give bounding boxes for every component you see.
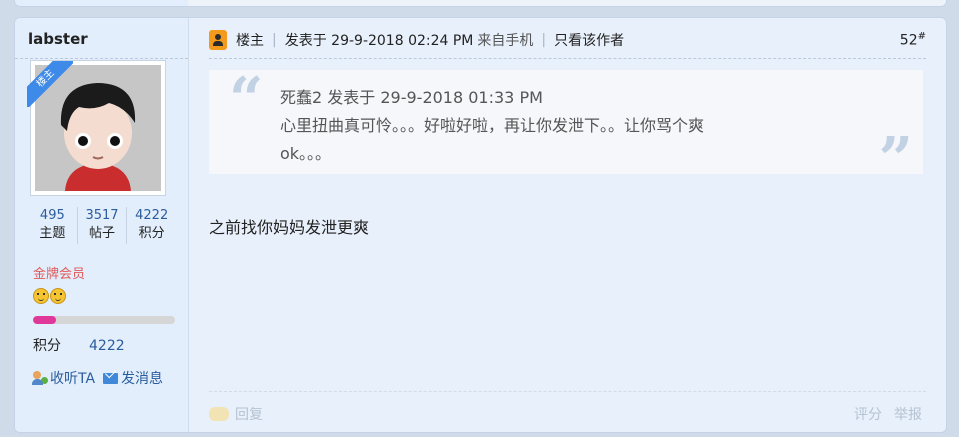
quote-header: 死蠢2 发表于 29-9-2018 01:33 PM bbox=[280, 88, 543, 107]
post-main: 楼主 | 发表于 29-9-2018 02:24 PM 来自手机 | 只看该作者… bbox=[189, 18, 946, 432]
post-content: 之前找你妈妈发泄更爽 bbox=[209, 218, 370, 237]
open-quote-icon: “ bbox=[229, 65, 264, 135]
previous-post-bottom bbox=[14, 0, 947, 7]
stat-posts-label: 帖子 bbox=[89, 226, 116, 241]
floor-sup: # bbox=[917, 31, 926, 43]
reply-button[interactable]: 回复 bbox=[235, 404, 263, 424]
send-message-button[interactable]: 发消息 bbox=[103, 368, 163, 388]
sidebar-divider bbox=[15, 58, 188, 59]
listen-button[interactable]: 收听TA bbox=[32, 368, 95, 388]
points-value: 4222 bbox=[89, 338, 125, 354]
quote-block: “ 死蠢2 发表于 29-9-2018 01:33 PM 心里扭曲真可怜。。。好… bbox=[209, 65, 923, 190]
author-sidebar: labster 楼主 495 主题 3517 帖子 4222 积分 金牌会员 积… bbox=[15, 18, 189, 432]
floor-value: 52 bbox=[899, 32, 918, 49]
header-divider: | bbox=[272, 32, 277, 48]
rank-smiley-icon bbox=[33, 288, 49, 304]
listen-label: 收听TA bbox=[50, 371, 96, 387]
stat-posts[interactable]: 3517 帖子 bbox=[76, 207, 127, 244]
owner-label: 楼主 bbox=[236, 33, 264, 49]
footer-actions: 评分 举报 bbox=[854, 404, 922, 424]
reply-icon bbox=[209, 407, 229, 421]
thread-starter-ribbon: 楼主 bbox=[27, 61, 73, 107]
level-progress-bar bbox=[33, 316, 175, 324]
stat-threads-label: 主题 bbox=[39, 226, 66, 241]
author-stats: 495 主题 3517 帖子 4222 积分 bbox=[28, 207, 176, 244]
only-author-link[interactable]: 只看该作者 bbox=[554, 30, 624, 50]
user-icon bbox=[209, 30, 227, 50]
send-message-label: 发消息 bbox=[121, 371, 164, 387]
stat-threads-value[interactable]: 495 bbox=[28, 207, 77, 224]
member-rank[interactable]: 金牌会员 bbox=[33, 263, 85, 282]
post-card: labster 楼主 495 主题 3517 帖子 4222 积分 金牌会员 积… bbox=[14, 17, 947, 433]
level-progress-fill bbox=[33, 316, 56, 324]
ribbon-label: 楼主 bbox=[27, 61, 73, 107]
header-divider: | bbox=[541, 32, 547, 48]
rank-stars bbox=[33, 288, 66, 304]
author-actions: 收听TA 发消息 bbox=[32, 368, 171, 388]
report-button[interactable]: 举报 bbox=[894, 404, 922, 424]
post-device: 来自手机 bbox=[477, 33, 534, 49]
rate-button[interactable]: 评分 bbox=[854, 404, 882, 424]
previous-post-sidebar bbox=[15, 0, 188, 6]
header-divider-line bbox=[209, 58, 926, 59]
post-footer: 回复 评分 举报 bbox=[209, 404, 922, 424]
points-row: 积分 4222 bbox=[33, 335, 125, 355]
post-header: 楼主 | 发表于 29-9-2018 02:24 PM 来自手机 | 只看该作者… bbox=[209, 29, 926, 51]
stat-threads[interactable]: 495 主题 bbox=[28, 207, 77, 244]
close-quote-icon: ” bbox=[878, 125, 913, 195]
stat-credits[interactable]: 4222 积分 bbox=[126, 207, 176, 244]
quote-text: 死蠢2 发表于 29-9-2018 01:33 PM 心里扭曲真可怜。。。好啦好… bbox=[280, 84, 704, 168]
author-name[interactable]: labster bbox=[28, 30, 88, 48]
points-label: 积分 bbox=[33, 338, 61, 354]
stat-posts-value[interactable]: 3517 bbox=[78, 207, 127, 224]
floor-number[interactable]: 52# bbox=[900, 31, 926, 49]
quote-line-2: ok。。。 bbox=[280, 144, 332, 163]
add-follow-icon bbox=[32, 370, 48, 386]
mail-icon bbox=[103, 372, 119, 384]
footer-divider bbox=[209, 391, 926, 392]
rank-smiley-icon bbox=[50, 288, 66, 304]
stat-credits-label: 积分 bbox=[138, 226, 165, 241]
post-timestamp: 发表于 29-9-2018 02:24 PM bbox=[284, 33, 474, 49]
stat-credits-value[interactable]: 4222 bbox=[127, 207, 176, 224]
quote-line-1: 心里扭曲真可怜。。。好啦好啦，再让你发泄下。。让你骂个爽 bbox=[280, 116, 705, 135]
